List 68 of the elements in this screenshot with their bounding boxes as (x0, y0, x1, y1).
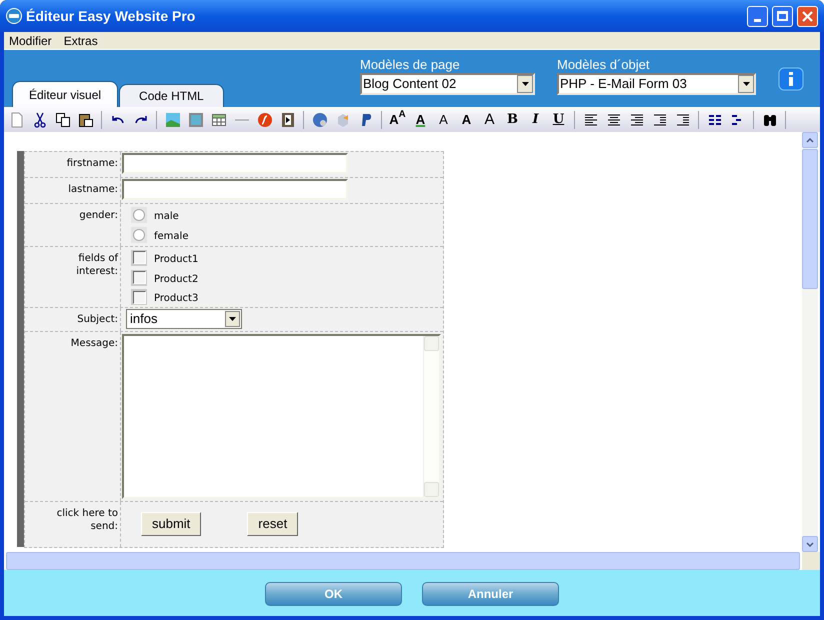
outdent-icon[interactable] (674, 112, 690, 128)
new-page-icon[interactable] (8, 112, 24, 128)
framed-image-icon[interactable] (188, 112, 204, 128)
globe-icon[interactable] (312, 112, 328, 128)
table-icon[interactable] (210, 112, 226, 128)
minimize-button[interactable] (747, 6, 768, 26)
radio-button[interactable] (131, 207, 147, 223)
italic-button[interactable]: I (525, 110, 546, 130)
align-left-icon[interactable] (582, 112, 598, 128)
scroll-down-icon[interactable] (806, 542, 814, 546)
text-input[interactable] (122, 179, 348, 200)
maximize-button[interactable] (772, 6, 793, 26)
app-logo-icon (6, 8, 22, 24)
menu-item[interactable]: Extras (64, 32, 98, 50)
checkbox[interactable] (131, 289, 147, 306)
field-label: Subject: (76, 313, 118, 326)
field-label: lastname: (67, 183, 118, 196)
highlight-button[interactable]: A (433, 110, 454, 130)
align-right-icon[interactable] (628, 112, 644, 128)
object-templates-label: Modèles d´objet (557, 57, 650, 72)
field-label: Message: (70, 337, 118, 350)
page-templates-label: Modèles de page (360, 57, 461, 72)
dropdown-arrow-icon (229, 317, 236, 321)
copy-icon[interactable] (54, 112, 70, 128)
subject-dropdown[interactable]: infos (126, 309, 242, 329)
scroll-up-icon[interactable] (806, 138, 814, 142)
option-label: female (154, 230, 188, 244)
info-icon[interactable] (778, 67, 804, 91)
paste-icon[interactable] (78, 112, 94, 128)
dropdown-arrow-icon (522, 82, 528, 86)
option-label: male (154, 210, 179, 224)
grow-font-button[interactable]: A$^{A}$ (387, 110, 408, 130)
radio-button[interactable] (131, 227, 147, 243)
close-button[interactable] (797, 6, 818, 26)
cut-icon[interactable] (32, 112, 48, 128)
field-label: gender: (78, 209, 118, 222)
indent-icon[interactable] (652, 112, 668, 128)
underline-button[interactable]: U (548, 110, 569, 130)
align-center-icon[interactable] (606, 112, 622, 128)
checkbox[interactable] (131, 250, 147, 266)
film-icon[interactable] (280, 112, 296, 128)
font-larger-button[interactable]: A (479, 110, 500, 130)
option-label: Product1 (154, 252, 198, 267)
field-label: click here to send: (56, 507, 118, 533)
form-button[interactable]: reset (247, 512, 298, 536)
object-template-dropdown[interactable]: PHP - E-Mail Form 03 (557, 73, 756, 95)
field-label: firstname: (66, 157, 118, 170)
field-label: fields of interest: (75, 252, 118, 278)
form-button[interactable]: submit (141, 512, 202, 536)
option-label: Product3 (154, 292, 198, 306)
menu-item[interactable]: Modifier (9, 32, 52, 50)
font-color-button[interactable]: A (410, 110, 431, 130)
flash-icon[interactable] (256, 112, 272, 128)
scrollbar-corner (802, 552, 820, 570)
font-smaller-button[interactable]: A (456, 110, 477, 130)
landscape-image-icon[interactable] (164, 112, 180, 128)
checkbox[interactable] (131, 270, 147, 286)
bold-button[interactable]: B (502, 110, 523, 130)
window-title: Éditeur Easy Website Pro (26, 6, 196, 26)
horizontal-scrollbar[interactable] (6, 552, 800, 570)
tab[interactable]: Éditeur visuel (12, 81, 118, 107)
dropdown-arrow-icon (742, 82, 750, 86)
text-input[interactable] (122, 153, 348, 174)
close-icon (802, 10, 813, 22)
page-template-dropdown[interactable]: Blog Content 02 (360, 73, 535, 95)
tab[interactable]: Code HTML (119, 84, 224, 107)
vertical-scrollbar[interactable] (802, 132, 818, 552)
option-label: Product2 (154, 272, 198, 286)
